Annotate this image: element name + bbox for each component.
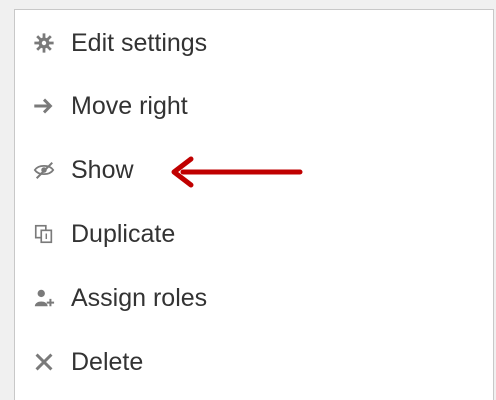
menu-item-label: Assign roles <box>71 283 208 312</box>
user-plus-icon <box>32 286 56 310</box>
close-icon <box>32 350 56 374</box>
action-menu: Edit settings Move right Show Duplicate … <box>14 9 494 400</box>
eye-hidden-icon <box>32 158 56 182</box>
arrow-left-icon <box>171 156 303 188</box>
annotation-arrow <box>169 155 303 189</box>
menu-item-label: Duplicate <box>71 219 176 248</box>
menu-item-label: Move right <box>71 91 188 120</box>
menu-item-edit-settings[interactable]: Edit settings <box>32 23 207 63</box>
menu-item-label: Delete <box>71 347 144 376</box>
duplicate-icon <box>32 222 56 246</box>
arrow-right-icon <box>32 94 56 118</box>
menu-item-delete[interactable]: Delete <box>32 342 143 382</box>
menu-item-assign-roles[interactable]: Assign roles <box>32 278 207 318</box>
menu-item-label: Show <box>71 155 134 184</box>
menu-item-show[interactable]: Show <box>32 150 134 190</box>
menu-item-move-right[interactable]: Move right <box>32 86 188 126</box>
screen: Edit settings Move right Show Duplicate … <box>0 0 496 400</box>
menu-item-label: Edit settings <box>71 28 208 57</box>
gear-icon <box>32 31 56 55</box>
menu-item-duplicate[interactable]: Duplicate <box>32 214 175 254</box>
